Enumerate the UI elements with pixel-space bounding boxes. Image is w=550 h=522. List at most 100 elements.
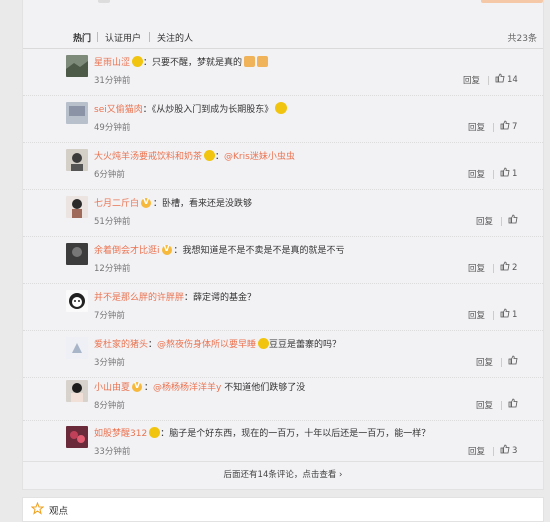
comment-time: 51分钟前 (94, 217, 131, 227)
username-link[interactable]: 大火炖羊汤要戒饮料和奶茶 (94, 152, 202, 162)
reply-button[interactable]: 回复 (468, 121, 485, 133)
tab-hot[interactable]: 热门 (73, 31, 91, 44)
divider (501, 401, 502, 410)
mention-link[interactable]: @熬夜伤身体所以要早睡 (157, 340, 256, 350)
reply-button[interactable]: 回复 (476, 356, 493, 368)
like-count: 7 (512, 122, 518, 132)
divider (493, 264, 494, 273)
username-link[interactable]: 星雨山涩 (94, 58, 130, 68)
username-link[interactable]: 爱杜家的猪头 (94, 340, 148, 350)
comment-text: ：卧槽，看来还是没跌够 (153, 199, 253, 209)
opinion-section: 观点 (22, 497, 544, 522)
like-count: 14 (507, 75, 518, 85)
comment-time: 33分钟前 (94, 447, 131, 457)
comment-text: ：我想知道是不是不卖是不是真的就是不亏 (173, 246, 345, 256)
reply-button[interactable]: 回复 (463, 74, 480, 86)
comment-text: 豆豆是蕾寨的吗？ (269, 340, 342, 350)
username-link[interactable]: 如股梦醒312 (94, 429, 147, 439)
comment-time: 49分钟前 (94, 123, 131, 133)
star-icon (31, 502, 44, 515)
like-button[interactable]: 3 (500, 444, 517, 456)
mention-link[interactable]: @Kris迷妹小虫虫 (224, 152, 295, 162)
like-button[interactable]: 1 (500, 308, 517, 320)
avatar[interactable] (66, 149, 88, 171)
comment-time: 31分钟前 (94, 76, 131, 86)
comment-time: 12分钟前 (94, 264, 131, 274)
divider (493, 123, 494, 132)
comment-text: ：薛定谔的基金？ (184, 293, 257, 303)
username-link[interactable]: 余着倒会才比逛i (94, 246, 160, 256)
reply-button[interactable]: 回复 (468, 262, 485, 274)
comment-row: sei又偷猫肉：《从炒股入门到成为长期股东》 49分钟前 回复 7 (23, 96, 543, 143)
thumbs-up-icon (495, 73, 505, 83)
avatar[interactable] (66, 55, 88, 77)
tab-verified[interactable]: 认证用户 (105, 31, 141, 44)
like-button[interactable]: 1 (500, 167, 517, 179)
avatar[interactable] (66, 243, 88, 265)
submit-button[interactable] (481, 0, 543, 3)
divider (493, 447, 494, 456)
username-link[interactable]: 七月二斤白 (94, 199, 139, 209)
comment-text-line: 星雨山涩 ：只要不醒，梦就是真的 (94, 55, 269, 68)
username-link[interactable]: 小山由夏 (94, 383, 130, 393)
tab-divider (97, 32, 98, 42)
red-face-icon (204, 150, 216, 161)
comment-text-line: 并不是那么胖的许胖胖：薛定谔的基金？ (94, 290, 256, 303)
thumbs-up-icon (508, 398, 518, 408)
thumbs-up-icon (508, 355, 518, 365)
like-count: 1 (512, 310, 518, 320)
thumbs-up-icon (500, 261, 510, 271)
like-count: 3 (512, 446, 518, 456)
thumbs-up-icon (500, 308, 510, 318)
like-button[interactable] (508, 214, 520, 226)
divider (493, 311, 494, 320)
avatar[interactable] (66, 102, 88, 124)
comment-time: 6分钟前 (94, 170, 125, 180)
avatar[interactable] (66, 380, 88, 402)
avatar[interactable] (66, 426, 88, 448)
reply-button[interactable]: 回复 (476, 215, 493, 227)
avatar[interactable] (66, 337, 88, 359)
like-button[interactable]: 2 (500, 261, 517, 273)
username-link[interactable]: sei又偷猫肉 (94, 105, 143, 115)
mention-link[interactable]: @杨杨杨洋洋羊y (153, 383, 221, 393)
like-button[interactable]: 7 (500, 120, 517, 132)
comment-text-line: 如股梦醒312 ：脑子是个好东西，现在的一百万，十年以后还是一百万，能一样？ (94, 426, 430, 439)
like-button[interactable] (508, 398, 520, 410)
comment-row: 星雨山涩 ：只要不醒，梦就是真的 31分钟前 回复 14 (23, 49, 543, 96)
avatar[interactable] (66, 196, 88, 218)
comment-text: ： (148, 340, 158, 350)
comment-row: 爱杜家的猪头：@熬夜伤身体所以要早睡 豆豆是蕾寨的吗？ 3分钟前 回复 (23, 331, 543, 378)
tab-divider (149, 32, 150, 42)
vip-v-icon (141, 197, 152, 208)
comment-row: 余着倒会才比逛i ：我想知道是不是不卖是不是真的就是不亏 12分钟前 回复 2 (23, 237, 543, 284)
like-button[interactable]: 14 (495, 73, 518, 85)
comment-row: 大火炖羊汤要戒饮料和奶茶 ：@Kris迷妹小虫虫 6分钟前 回复 1 (23, 143, 543, 190)
tab-following[interactable]: 关注的人 (157, 31, 193, 44)
thumbs-up-icon (500, 120, 510, 130)
comment-tabs: 热门 认证用户 关注的人 共23条 (23, 28, 543, 49)
reply-button[interactable]: 回复 (476, 399, 493, 411)
reply-button[interactable]: 回复 (468, 309, 485, 321)
like-button[interactable] (508, 355, 520, 367)
red-face-icon (149, 427, 161, 438)
comment-row: 小山由夏：@杨杨杨洋洋羊y 不知道他们跌够了没 8分钟前 回复 (23, 374, 543, 421)
cat-face-icon (244, 56, 256, 67)
username-link[interactable]: 并不是那么胖的许胖胖 (94, 293, 184, 303)
comment-count: 共23条 (507, 34, 537, 44)
thumbs-up-icon (508, 214, 518, 224)
like-count: 1 (512, 169, 518, 179)
comment-time: 7分钟前 (94, 311, 125, 321)
load-more-comments-link[interactable]: 后面还有14条评论，点击查看 › (23, 461, 543, 490)
thumbs-up-icon (500, 167, 510, 177)
reply-button[interactable]: 回复 (468, 445, 485, 457)
avatar[interactable] (66, 290, 88, 312)
comments-panel: 热门 认证用户 关注的人 共23条 星雨山涩 ：只要不醒，梦就是真的 31分钟前 … (22, 0, 544, 490)
vip-v-icon (161, 244, 172, 255)
comment-text: 不知道他们跌够了没 (224, 383, 306, 393)
comment-text-line: 大火炖羊汤要戒饮料和奶茶 ：@Kris迷妹小虫虫 (94, 150, 295, 162)
comment-time: 3分钟前 (94, 358, 125, 368)
comment-text: ：脑子是个好东西，现在的一百万，十年以后还是一百万，能一样？ (160, 429, 431, 439)
comment-text-line: 小山由夏：@杨杨杨洋洋羊y 不知道他们跌够了没 (94, 380, 305, 393)
reply-button[interactable]: 回复 (468, 168, 485, 180)
